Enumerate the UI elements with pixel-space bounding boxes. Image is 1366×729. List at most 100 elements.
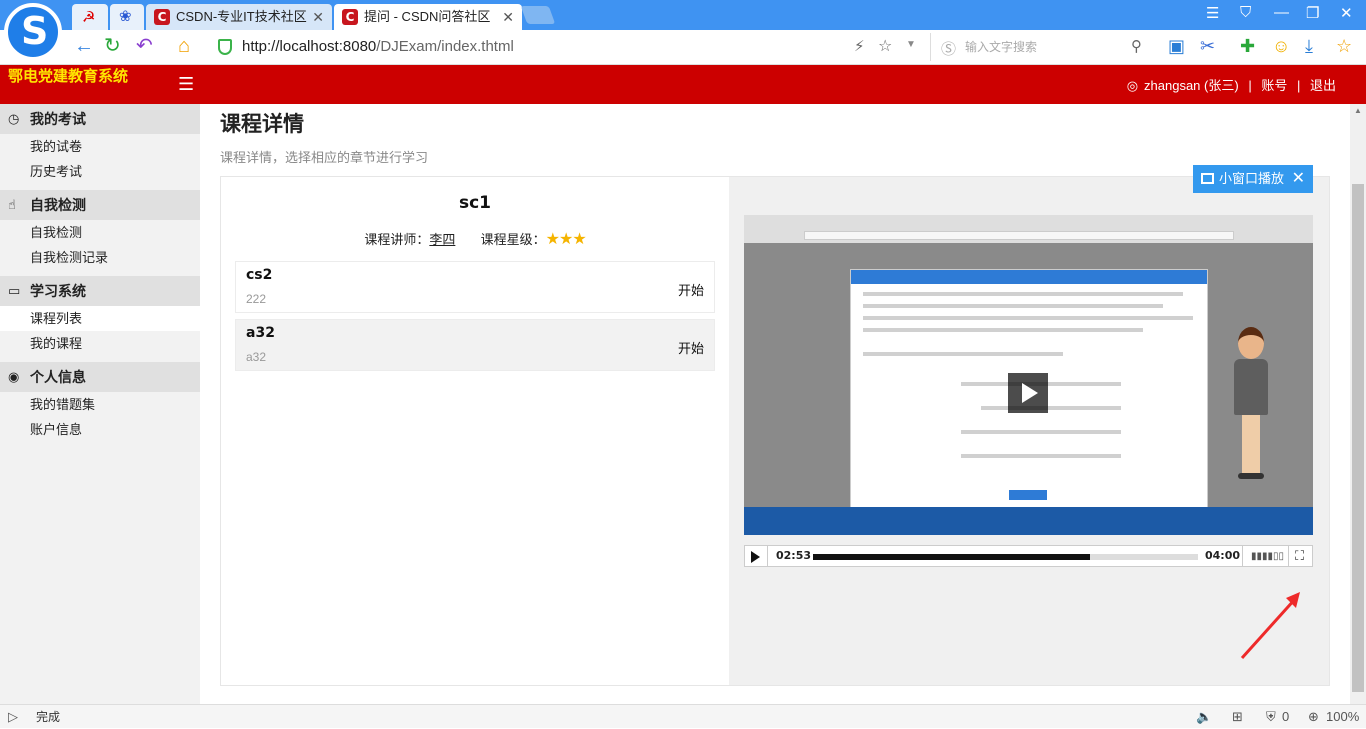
sound-icon[interactable]: 🔈 [1196, 707, 1212, 727]
teacher-link[interactable]: 李四 [429, 232, 455, 247]
close-window-icon[interactable]: ✕ [1340, 4, 1353, 22]
sidebar-group-exam[interactable]: ◷ 我的考试 [0, 104, 200, 134]
group-label: 学习系统 [30, 283, 86, 299]
party-emblem-icon: ☭ [82, 9, 96, 26]
blocked-count: 0 [1282, 709, 1290, 724]
scissors-icon[interactable]: ✂ [1200, 36, 1215, 56]
teacher-label: 课程讲师： [364, 232, 430, 247]
minimize-icon[interactable]: — [1274, 4, 1289, 21]
dropdown-arrow-icon[interactable]: ▼ [906, 39, 916, 50]
scroll-thumb[interactable] [1352, 184, 1364, 692]
video-controls: 02:53 04:00 ▮▮▮▮▯▯ ⛶ [744, 545, 1313, 567]
undo-icon[interactable]: ↶ [136, 34, 153, 58]
clock-icon: ◷ [8, 111, 20, 126]
browser-s-icon: S [21, 9, 49, 53]
start-button[interactable]: 开始 [678, 338, 704, 357]
sidebar-item-wrong-questions[interactable]: 我的错题集 [0, 392, 200, 417]
hamburger-menu-icon[interactable]: ☰ [178, 74, 194, 95]
page-scrollbar[interactable]: ▲ [1350, 104, 1366, 704]
search-icon[interactable]: ⚲ [1131, 37, 1142, 55]
refresh-icon[interactable]: ↻ [104, 34, 121, 58]
video-footer-band [744, 507, 1313, 535]
status-bar: ▷ 完成 🔈 ⊞ ⛨ 0 ⊕ 100% [0, 704, 1366, 728]
emoji-icon[interactable]: ☺ [1272, 36, 1290, 56]
search-box[interactable]: Ⓢ 输入文字搜索 ⚲ [930, 33, 1152, 61]
logout-link[interactable]: 退出 [1310, 78, 1336, 93]
sidebar-item-course-list[interactable]: 课程列表 [0, 306, 200, 331]
shield-count-icon[interactable]: ⛨ [1266, 707, 1276, 727]
user-name[interactable]: zhangsan (张三) [1144, 78, 1239, 93]
pinned-tab-baidu[interactable]: ❀ [110, 4, 144, 30]
address-url: http://localhost:8080/DJExam/index.thtml [242, 38, 514, 55]
sidebar-group-selftest[interactable]: ☝ 自我检测 [0, 190, 200, 220]
play-icon[interactable] [751, 551, 760, 563]
pinned-tab-party[interactable]: ☭ [72, 4, 108, 30]
volume-icon[interactable]: ▮▮▮▮▯▯ [1251, 551, 1284, 562]
chapter-row[interactable]: a32 a32 开始 [235, 319, 715, 371]
separator: | [1296, 78, 1301, 93]
bookmark-star-icon[interactable]: ☆ [878, 36, 892, 56]
download-icon[interactable]: ⤓ [1305, 36, 1313, 56]
extension-icon[interactable]: ▣ [1168, 36, 1185, 56]
progress-fill [813, 554, 1091, 560]
game-icon[interactable]: ✚ [1240, 36, 1255, 56]
sidebar-group-profile[interactable]: ◉ 个人信息 [0, 362, 200, 392]
zoom-icon[interactable]: ⊕ [1308, 707, 1319, 727]
user-icon: ◉ [8, 369, 20, 384]
search-placeholder: 输入文字搜索 [965, 40, 1038, 54]
csdn-favicon-icon: C [154, 9, 170, 25]
favorite-star-icon[interactable]: ☆ [1336, 36, 1352, 56]
main-content: 课程详情 课程详情，选择相应的章节进行学习 sc1 课程讲师：李四 课程星级：★… [200, 104, 1350, 704]
menu-icon[interactable]: ☰ [1206, 4, 1219, 22]
back-arrow-icon[interactable]: ← [74, 34, 94, 58]
download-manager-icon[interactable]: ⊞ [1232, 707, 1243, 727]
status-text: 完成 [36, 710, 61, 724]
course-panel: sc1 课程讲师：李四 课程星级：★★★ cs2 222 开始 a32 a32 … [220, 165, 1330, 686]
header-user-menu: ◎ zhangsan (张三) | 账号 | 退出 [1121, 65, 1336, 107]
sidebar-item-selftest[interactable]: 自我检测 [0, 220, 200, 245]
video-frame[interactable] [744, 215, 1313, 535]
search-engine-icon: Ⓢ [941, 41, 957, 58]
progress-track[interactable] [813, 554, 1198, 560]
sidebar-group-study[interactable]: ▭ 学习系统 [0, 276, 200, 306]
monitor-icon: ▭ [8, 283, 21, 298]
account-link[interactable]: 账号 [1261, 78, 1287, 93]
video-play-overlay-icon[interactable] [1008, 373, 1048, 413]
sidebar-item-my-papers[interactable]: 我的试卷 [0, 134, 200, 159]
start-button[interactable]: 开始 [678, 280, 704, 299]
sidebar-item-account-info[interactable]: 账户信息 [0, 417, 200, 442]
fullscreen-icon[interactable]: ⛶ [1295, 548, 1304, 564]
sidebar-toggle-icon[interactable]: ▷ [8, 707, 18, 727]
app-header: 鄂电党建教育系统 ☰ ◎ zhangsan (张三) | 账号 | 退出 [0, 65, 1366, 104]
chapter-desc: a32 [246, 350, 267, 364]
pip-bar[interactable]: 小窗口播放 ✕ [1193, 165, 1313, 193]
close-tab-icon[interactable]: ✕ [312, 4, 324, 30]
star-icon: ★ [545, 231, 560, 248]
star-icon: ★ [558, 231, 573, 248]
annotation-arrow [1240, 592, 1300, 660]
home-icon[interactable]: ⌂ [178, 34, 190, 58]
scroll-up-icon[interactable]: ▲ [1354, 106, 1362, 115]
tab-csdn-ask[interactable]: C 提问 - CSDN问答社区 ✕ [334, 4, 522, 30]
group-label: 我的考试 [30, 111, 86, 127]
sidebar-item-selftest-records[interactable]: 自我检测记录 [0, 245, 200, 270]
sidebar-item-history-exams[interactable]: 历史考试 [0, 159, 200, 184]
group-label: 个人信息 [30, 369, 86, 385]
csdn-favicon-icon: C [342, 9, 358, 25]
close-tab-icon[interactable]: ✕ [502, 4, 514, 30]
tab-csdn[interactable]: C CSDN-专业IT技术社区 ✕ [146, 4, 332, 30]
sidebar-item-my-courses[interactable]: 我的课程 [0, 331, 200, 356]
pip-label[interactable]: 小窗口播放 [1219, 165, 1284, 193]
duration-time: 04:00 [1205, 549, 1241, 562]
skin-icon[interactable]: ⛉ [1240, 4, 1251, 21]
secure-shield-icon [218, 39, 232, 55]
maximize-icon[interactable]: ❐ [1306, 4, 1319, 22]
rating-stars: ★★★ [545, 231, 587, 248]
pip-close-icon[interactable]: ✕ [1292, 165, 1305, 193]
address-bar[interactable]: http://localhost:8080/DJExam/index.thtml… [208, 33, 926, 61]
new-tab-button[interactable] [520, 6, 556, 24]
chapter-row[interactable]: cs2 222 开始 [235, 261, 715, 313]
lightning-icon[interactable]: ⚡ [854, 37, 865, 55]
page-subtitle: 课程详情，选择相应的章节进行学习 [220, 150, 429, 165]
course-meta: 课程讲师：李四 课程星级：★★★ [221, 229, 729, 249]
